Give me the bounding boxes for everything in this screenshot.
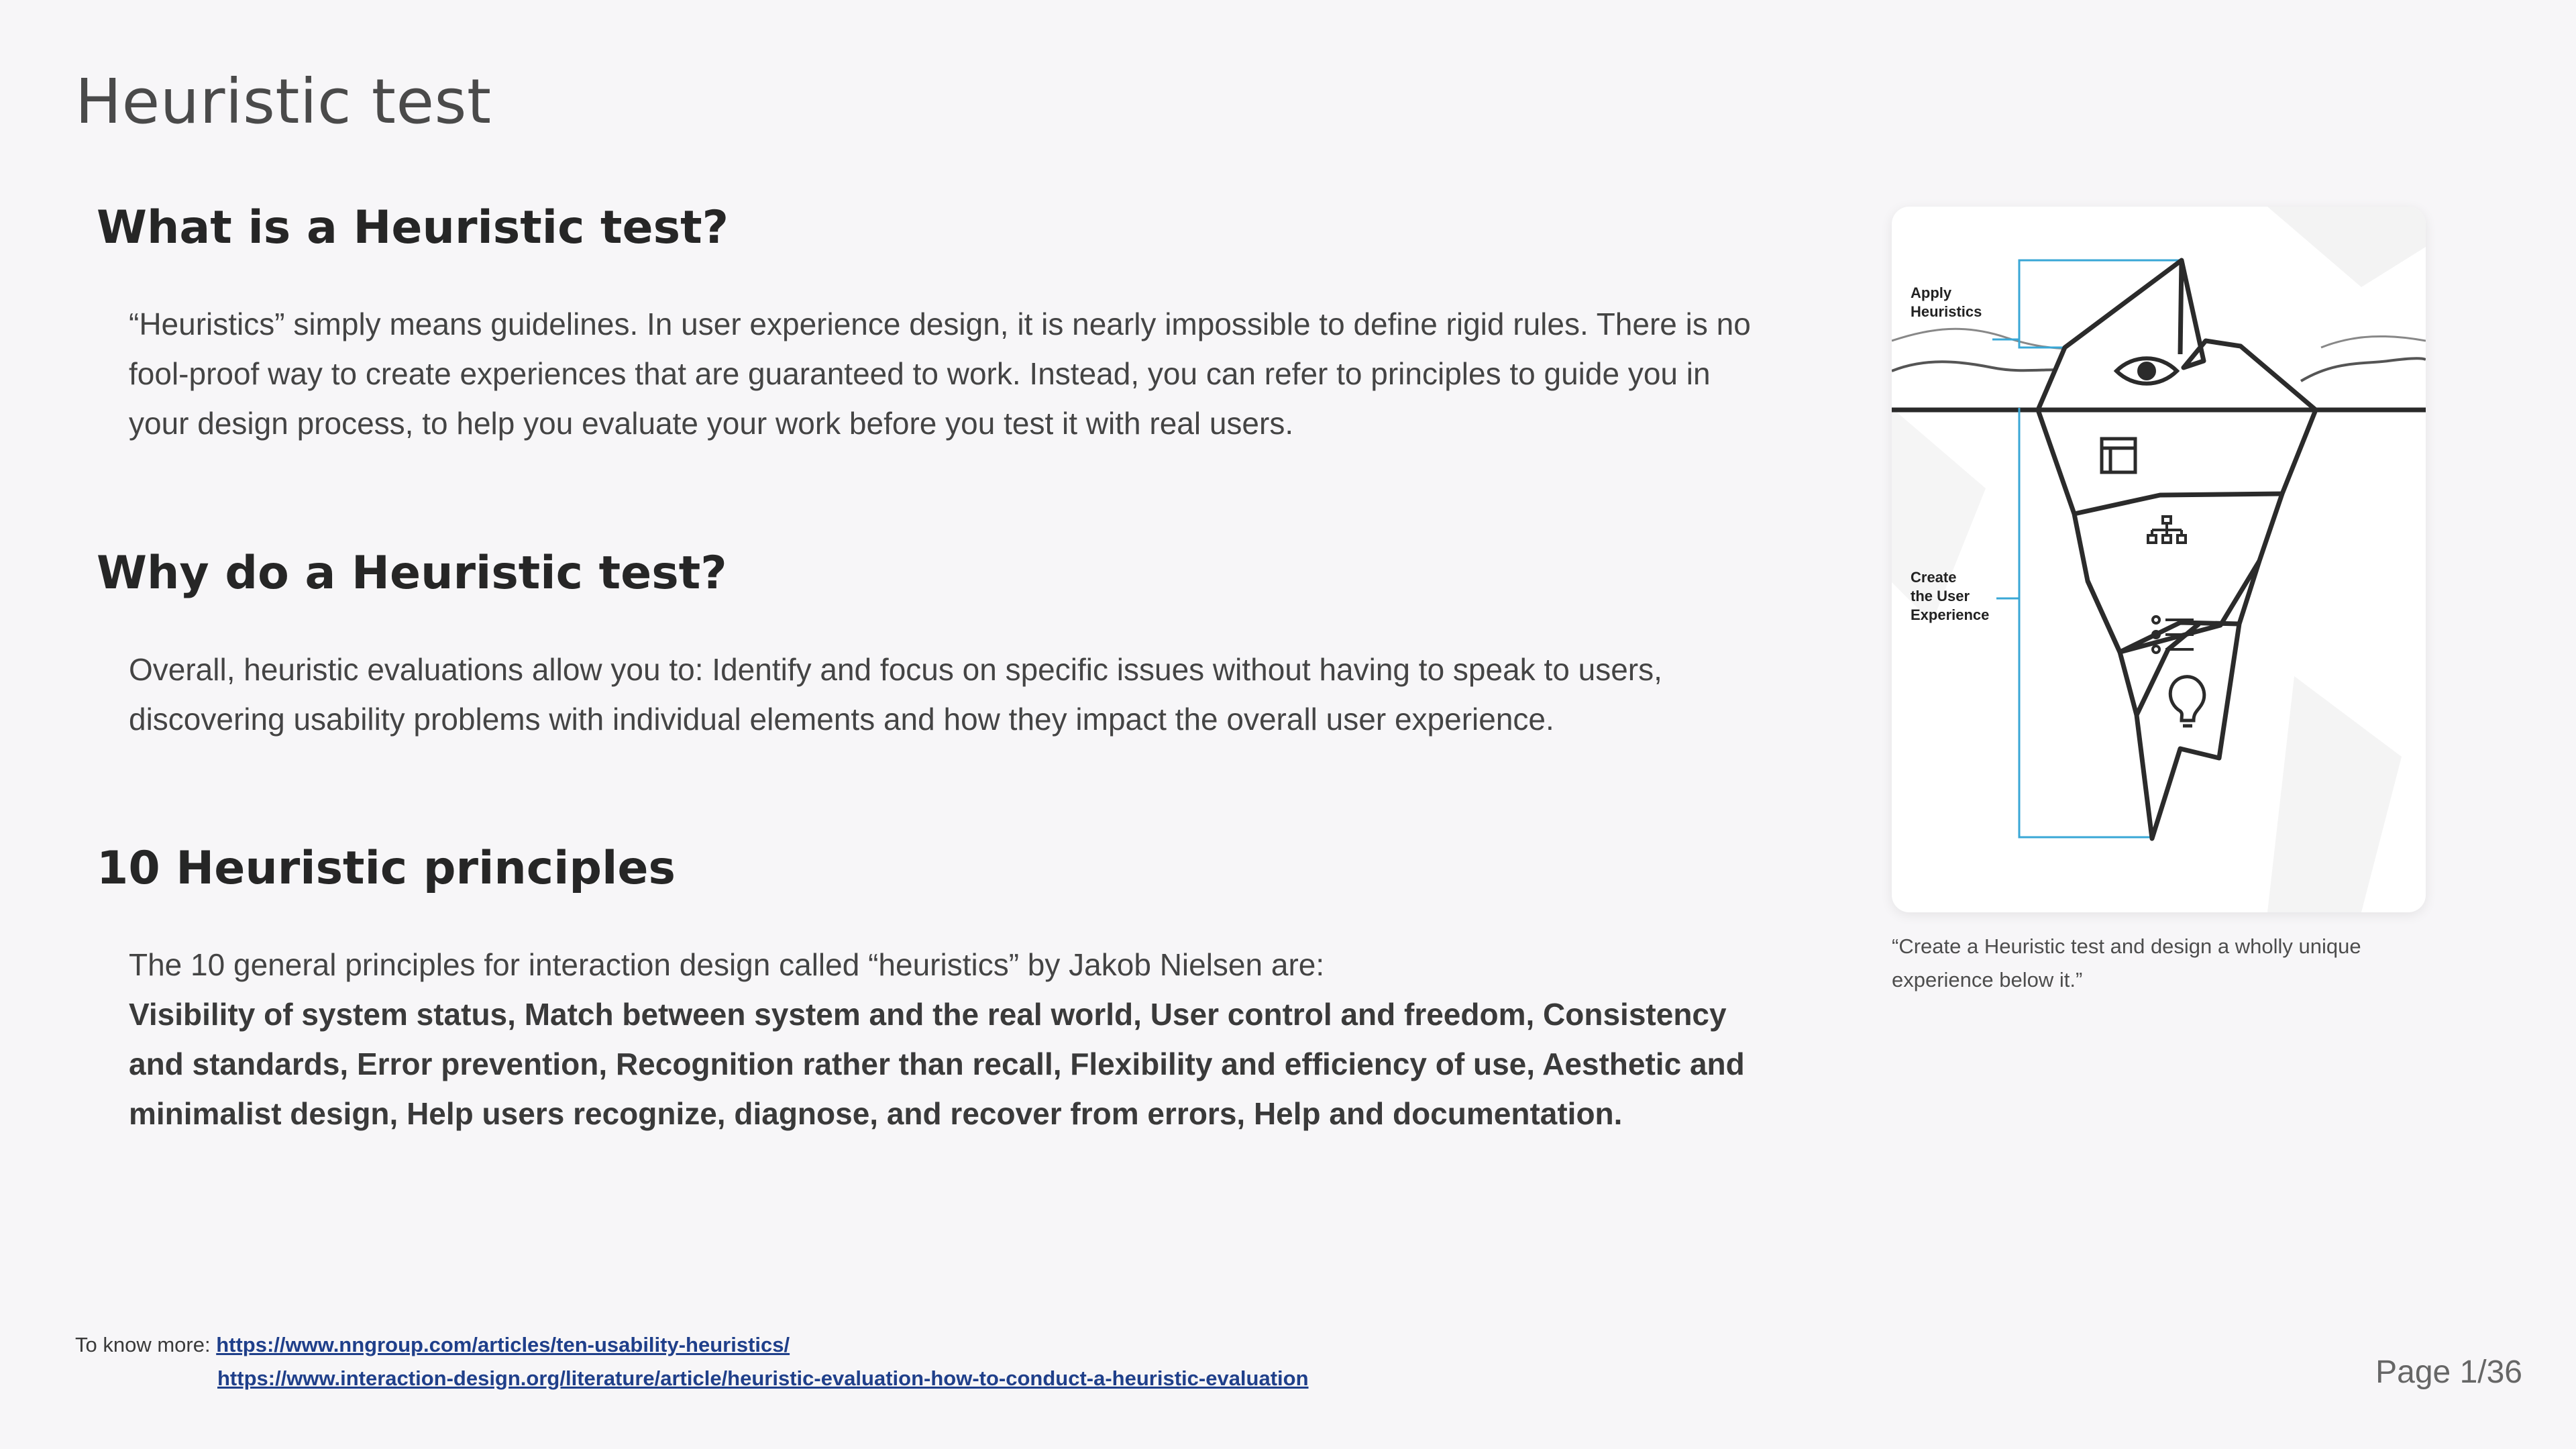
section-principles: 10 Heuristic principles The 10 general p… bbox=[97, 842, 1774, 1131]
section-why: Why do a Heuristic test? Overall, heuris… bbox=[97, 547, 1774, 737]
reference-link-interaction-design[interactable]: https://www.interaction-design.org/liter… bbox=[217, 1366, 1309, 1390]
section-heading: What is a Heuristic test? bbox=[97, 201, 729, 254]
label-apply-heuristics: Apply Heuristics bbox=[1911, 284, 1982, 320]
reference-link-nngroup[interactable]: https://www.nngroup.com/articles/ten-usa… bbox=[216, 1333, 790, 1356]
page-title: Heuristic test bbox=[75, 66, 492, 138]
section-body: “Heuristics” simply means guidelines. In… bbox=[129, 307, 1751, 441]
section-body: Overall, heuristic evaluations allow you… bbox=[129, 652, 1662, 737]
footer-prefix: To know more: bbox=[75, 1333, 211, 1356]
footer-line-1: To know more: https://www.nngroup.com/ar… bbox=[75, 1328, 1309, 1362]
principles-intro: The 10 general principles for interactio… bbox=[129, 947, 1325, 982]
page-number: Page 1/36 bbox=[2375, 1354, 2522, 1390]
principles-list: Visibility of system status, Match betwe… bbox=[129, 997, 1745, 1131]
footer-references: To know more: https://www.nngroup.com/ar… bbox=[75, 1328, 1309, 1395]
footer-line-2: https://www.interaction-design.org/liter… bbox=[75, 1362, 1309, 1395]
label-create-user-experience: Create the User Experience bbox=[1911, 569, 1989, 623]
section-heading: Why do a Heuristic test? bbox=[97, 547, 727, 600]
section-heading: 10 Heuristic principles bbox=[97, 842, 676, 895]
section-what-is: What is a Heuristic test? “Heuristics” s… bbox=[97, 201, 1774, 441]
figure-caption: “Create a Heuristic test and design a wh… bbox=[1892, 934, 2361, 991]
iceberg-illustration: Apply Heuristics Create the User Experie… bbox=[1892, 207, 2426, 912]
